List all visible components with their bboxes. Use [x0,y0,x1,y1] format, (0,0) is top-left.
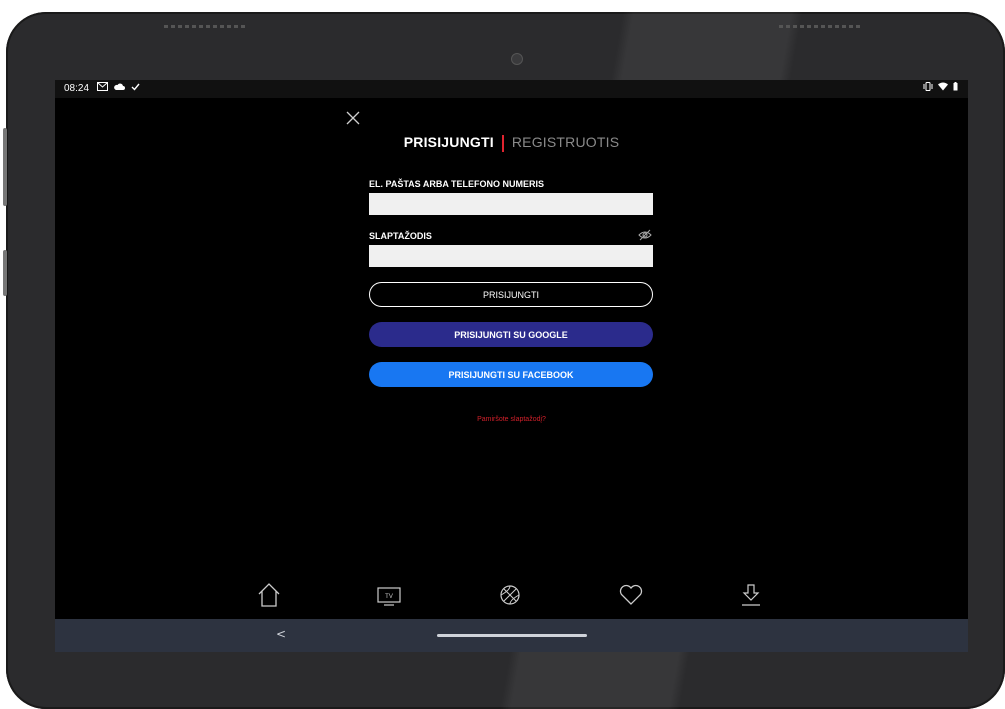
gmail-icon [97,82,108,91]
volume-button [3,250,7,296]
speaker-grille-right [779,25,863,28]
home-icon[interactable] [254,580,284,610]
status-icons-left [97,82,140,91]
back-arrow-icon[interactable]: < [276,627,286,641]
close-icon[interactable] [345,110,361,126]
device-screen: 08:24 PRISIJUNGTI REGISTRUOTIS EL. PAŠTAS… [55,80,968,652]
system-nav-bar: < [55,619,968,652]
eye-slash-icon[interactable] [638,229,652,241]
forgot-password-link[interactable]: Pamiršote slaptažodį? [55,416,968,423]
status-time: 08:24 [64,83,90,94]
auth-tabs: PRISIJUNGTI REGISTRUOTIS [55,134,968,152]
tab-separator [501,134,504,152]
cloud-icon [114,83,125,90]
status-icons-right [923,82,958,91]
power-button [3,128,7,206]
front-camera [511,53,523,65]
tab-register[interactable]: REGISTRUOTIS [512,134,619,150]
home-pill[interactable] [437,634,587,637]
email-label: EL. PAŠTAS ARBA TELEFONO NUMERIS [369,179,545,189]
password-field[interactable] [369,245,653,267]
speaker-grille-left [164,25,248,28]
tv-icon[interactable]: TV [374,580,404,610]
wifi-icon [938,82,948,91]
login-button[interactable]: PRISIJUNGTI [369,282,653,307]
vibrate-icon [923,82,933,91]
google-login-button[interactable]: PRISIJUNGTI SU GOOGLE [369,322,653,347]
tab-login[interactable]: PRISIJUNGTI [404,134,494,150]
basketball-icon[interactable] [495,580,525,610]
status-bar: 08:24 [55,80,968,98]
svg-text:TV: TV [385,594,393,600]
battery-icon [953,82,958,91]
check-icon [131,83,140,91]
facebook-login-button[interactable]: PRISIJUNGTI SU FACEBOOK [369,362,653,387]
bottom-nav: TV [55,580,968,620]
heart-icon[interactable] [616,580,646,610]
email-field[interactable] [369,193,653,215]
download-icon[interactable] [736,580,766,610]
password-label: SLAPTAŽODIS [369,231,432,241]
